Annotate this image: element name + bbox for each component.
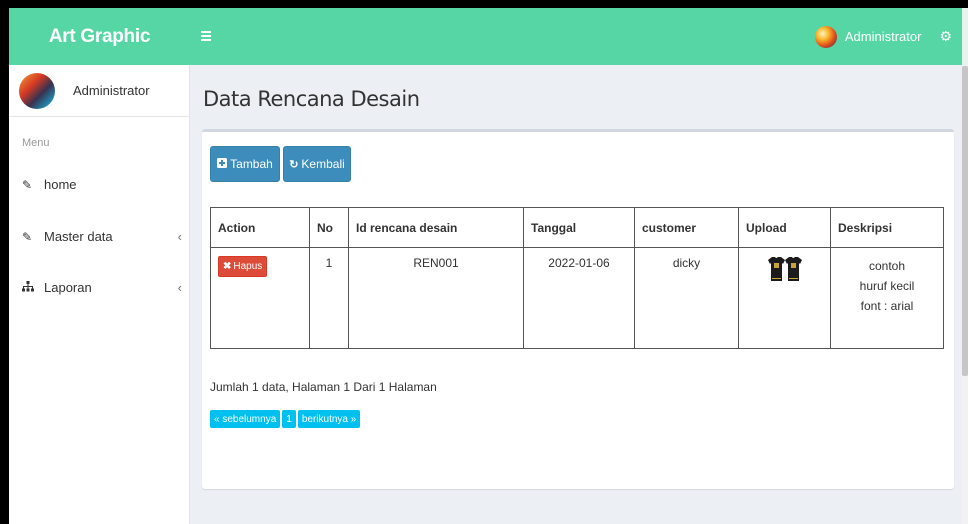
- top-navbar: Art Graphic Administrator ⚙: [9, 8, 968, 65]
- sidebar-user-name: Administrator: [73, 83, 150, 98]
- kembali-button[interactable]: ↻ Kembali: [283, 146, 351, 182]
- avatar: [19, 72, 55, 109]
- upload-cell: [738, 247, 831, 349]
- menu-header: Menu: [22, 137, 50, 149]
- user-menu[interactable]: Administrator ⚙: [814, 8, 968, 65]
- table-header-row: Action No Id rencana desain Tanggal cust…: [210, 207, 944, 248]
- hapus-button[interactable]: ✖ Hapus: [218, 256, 268, 277]
- sidebar: Administrator Menu ✎ home ✎ Master data …: [9, 65, 190, 524]
- edit-icon: ✎: [22, 177, 33, 192]
- tanggal-cell: 2022-01-06: [523, 247, 635, 349]
- tshirt-image[interactable]: [766, 256, 804, 282]
- kembali-label: Kembali: [301, 157, 345, 171]
- sidebar-item-home[interactable]: ✎ home: [22, 177, 182, 192]
- sitemap-icon: [22, 280, 38, 295]
- close-icon: ✖: [223, 261, 232, 272]
- sidebar-item-laporan[interactable]: Laporan ‹: [22, 280, 182, 295]
- column-header: Tanggal: [523, 207, 635, 248]
- content-box: Tambah ↻ Kembali Action No Id rencana de…: [202, 129, 954, 489]
- no-cell: 1: [309, 247, 349, 349]
- edit-icon: ✎: [22, 229, 33, 244]
- customer-cell: dicky: [634, 247, 739, 349]
- brand-logo[interactable]: Art Graphic: [9, 8, 190, 65]
- column-header: customer: [634, 207, 739, 248]
- deskripsi-line: contoh: [868, 259, 906, 273]
- column-header: Deskripsi: [830, 207, 944, 248]
- page-title: Data Rencana Desain: [203, 87, 420, 111]
- column-header: Action: [210, 207, 310, 248]
- chevron-left-icon: ‹: [177, 280, 182, 295]
- plus-square-icon: [217, 157, 228, 171]
- next-page-button[interactable]: berikutnya »: [297, 410, 361, 428]
- action-cell: ✖ Hapus: [210, 247, 310, 349]
- tambah-button[interactable]: Tambah: [210, 146, 280, 182]
- pagination-summary: Jumlah 1 data, Halaman 1 Dari 1 Halaman: [210, 380, 437, 394]
- gear-icon[interactable]: ⚙: [939, 28, 952, 45]
- sidebar-item-label: Laporan: [44, 280, 92, 295]
- scrollbar-thumb[interactable]: [962, 66, 968, 376]
- pagination: « sebelumnya 1 berikutnya »: [210, 410, 362, 428]
- refresh-icon: ↻: [289, 158, 299, 171]
- user-panel: Administrator: [9, 65, 190, 117]
- deskripsi-cell: contoh huruf kecil font : arial: [830, 247, 944, 349]
- column-header: Upload: [738, 207, 831, 248]
- data-table: Action No Id rencana desain Tanggal cust…: [210, 207, 944, 349]
- deskripsi-line: huruf kecil: [859, 279, 915, 293]
- prev-page-button[interactable]: « sebelumnya: [210, 410, 281, 428]
- avatar[interactable]: [814, 25, 837, 48]
- hamburger-icon[interactable]: [201, 29, 211, 43]
- sidebar-item-master-data[interactable]: ✎ Master data ‹: [22, 229, 182, 244]
- main-content: Data Rencana Desain Tambah ↻ Kembali Act…: [190, 65, 962, 524]
- hapus-label: Hapus: [233, 261, 263, 272]
- tambah-label: Tambah: [230, 157, 273, 171]
- top-user-name[interactable]: Administrator: [845, 29, 922, 44]
- column-header: Id rencana desain: [348, 207, 524, 248]
- table-row: ✖ Hapus 1 REN001 2022-01-06 dicky contoh…: [210, 247, 944, 349]
- page-1-button[interactable]: 1: [282, 410, 296, 428]
- sidebar-item-label: Master data: [44, 229, 113, 244]
- sidebar-item-label: home: [44, 177, 77, 192]
- id-cell: REN001: [348, 247, 524, 349]
- scrollbar-top: [962, 8, 968, 65]
- deskripsi-line: font : arial: [860, 299, 914, 313]
- column-header: No: [309, 207, 349, 248]
- chevron-left-icon: ‹: [177, 229, 182, 244]
